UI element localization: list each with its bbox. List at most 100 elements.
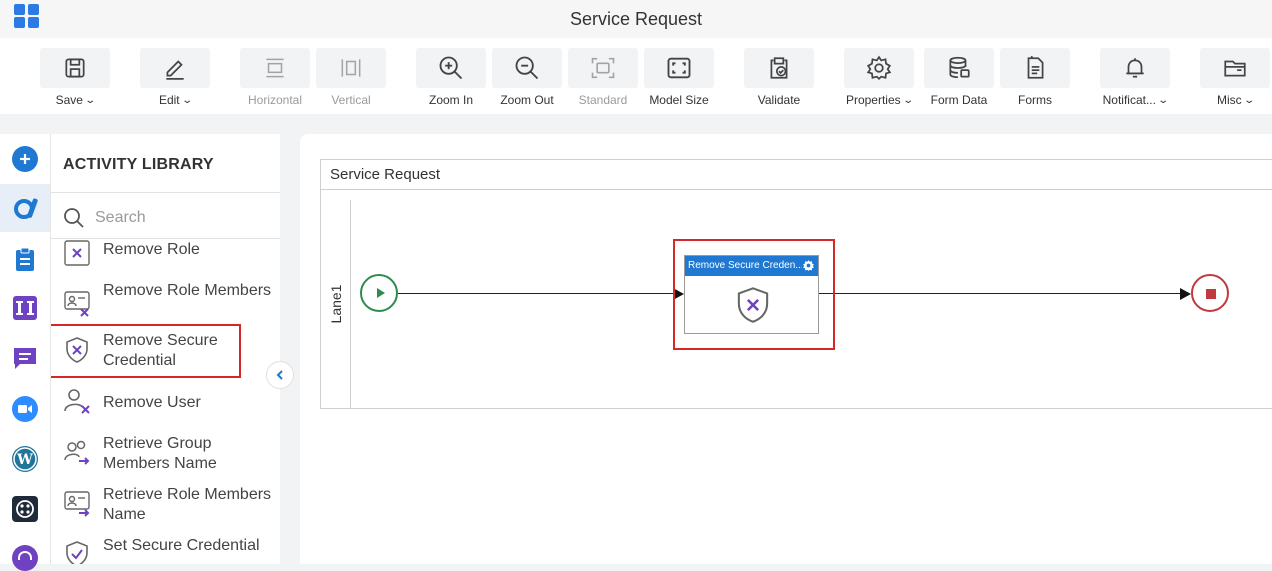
divider [51,238,280,239]
dial-icon[interactable] [12,496,38,522]
task-header: Remove Secure Creden... [685,256,818,276]
library-item-label: Remove Role [103,241,200,258]
activity-library-icon[interactable] [12,195,38,221]
forms-icon [1027,56,1044,79]
validate-icon [770,57,788,79]
library-title: ACTIVITY LIBRARY [63,156,214,173]
form-data-label: Form Data [930,93,988,107]
lane-header[interactable]: Lane1 [321,200,351,409]
model-size-label: Model Size [649,93,709,107]
clipboard-icon[interactable] [12,246,38,272]
library-item-set-secure-credential[interactable]: Set Secure Credential [51,536,280,564]
wordpress-icon[interactable]: W [12,446,38,472]
library-item-label: Set Secure Credential [103,537,260,554]
properties-label: Properties [845,93,901,107]
bell-icon [1126,58,1144,78]
gear-icon [866,55,892,81]
notifications-button[interactable]: Notificat... ⌄ [1100,48,1170,110]
set-secure-credential-icon [66,541,88,564]
edit-button[interactable]: Edit ⌄ [140,48,210,110]
save-button[interactable]: Save ⌄ [40,48,110,110]
pool-title: Service Request [330,166,441,183]
model-size-button[interactable]: Model Size [644,48,714,110]
page-title: Service Request [569,9,703,29]
horizontal-button[interactable]: Horizontal [240,48,310,110]
remove-user-icon [64,389,90,414]
chevron-left-icon [276,370,283,380]
zoom-in-label: Zoom In [428,93,473,107]
title-bar: Service Request [0,0,1272,38]
forms-label: Forms [1018,93,1052,107]
chevron-down-icon: ⌄ [901,94,914,106]
pool-title-bar: Service Request [321,160,1272,190]
vertical-icon [341,59,361,77]
end-event[interactable] [1191,274,1229,312]
chevron-down-icon: ⌄ [84,94,97,106]
play-icon [377,288,385,298]
form-data-button[interactable]: Form Data [924,48,994,110]
library-item-label: Remove Secure Credential [103,332,218,369]
properties-button[interactable]: Properties ⌄ [844,48,914,110]
zoom-in-icon [439,56,463,80]
standard-icon [591,57,615,79]
sequence-flow[interactable] [819,293,1181,294]
zoom-out-icon [515,56,539,80]
remove-secure-credential-task[interactable]: Remove Secure Creden... [684,255,819,334]
horizontal-label: Horizontal [247,93,303,107]
chevron-down-icon: ⌄ [180,94,193,106]
library-item-label: Retrieve Group Members Name [103,435,217,472]
library-item-remove-secure-credential[interactable]: Remove Secure Credential [51,324,241,378]
sequence-flow[interactable] [398,293,674,294]
remove-secure-credential-icon [737,287,769,323]
chevron-down-icon: ⌄ [1157,94,1170,106]
library-item-label: Remove User [103,394,201,411]
collapse-panel-button[interactable] [266,361,294,389]
zoom-out-button[interactable]: Zoom Out [492,48,562,110]
library-item-retrieve-group-members-name[interactable]: Retrieve Group Members Name [51,434,280,482]
stop-icon [1206,289,1216,299]
misc-button[interactable]: Misc ⌄ [1200,48,1270,110]
edit-label: Edit [158,93,180,107]
remove-secure-credential-icon [66,337,88,363]
validate-label: Validate [757,93,801,107]
start-event[interactable] [360,274,398,312]
divider [51,192,280,193]
folder-icon [1224,60,1246,77]
video-icon[interactable] [12,396,38,422]
horizontal-icon [266,58,284,78]
lane-label: Lane1 [328,284,344,324]
vertical-label: Vertical [331,93,371,107]
library-item-label: Retrieve Role Members Name [103,486,272,523]
notifications-label: Notificat... [1102,93,1156,107]
gear-icon[interactable] [802,259,815,272]
retrieve-role-members-icon [64,491,90,517]
search-icon [64,208,84,228]
standard-button[interactable]: Standard [568,48,638,110]
chevron-down-icon: ⌄ [1242,94,1255,106]
toolbar: Save ⌄ Edit ⌄ Horizontal Vertical Zoom In … [0,38,1272,114]
library-item-label: Remove Role Members [103,282,272,299]
library-item-retrieve-role-members-name[interactable]: Retrieve Role Members Name [51,485,280,533]
forms-button[interactable]: Forms [1000,48,1070,110]
task-label: Remove Secure Creden... [688,260,802,271]
edit-icon [166,60,184,80]
integration-icon[interactable] [12,295,38,321]
standard-label: Standard [578,93,628,107]
save-icon [65,58,85,78]
svg-text:W: W [16,452,33,468]
save-label: Save [55,93,83,107]
validate-button[interactable]: Validate [744,48,814,110]
retrieve-group-members-icon [64,440,90,465]
vertical-button[interactable]: Vertical [316,48,386,110]
zoom-out-label: Zoom Out [500,93,554,107]
remove-role-icon [64,240,90,266]
add-icon[interactable] [12,146,38,172]
support-icon[interactable] [12,545,38,571]
chat-icon[interactable] [12,345,38,371]
library-item-remove-role-members[interactable]: Remove Role Members [51,281,280,329]
search-field[interactable]: Search [63,206,268,230]
misc-label: Misc [1216,93,1242,107]
remove-role-members-icon [64,291,90,317]
zoom-in-button[interactable]: Zoom In [416,48,486,110]
search-input[interactable]: Search [95,209,146,227]
